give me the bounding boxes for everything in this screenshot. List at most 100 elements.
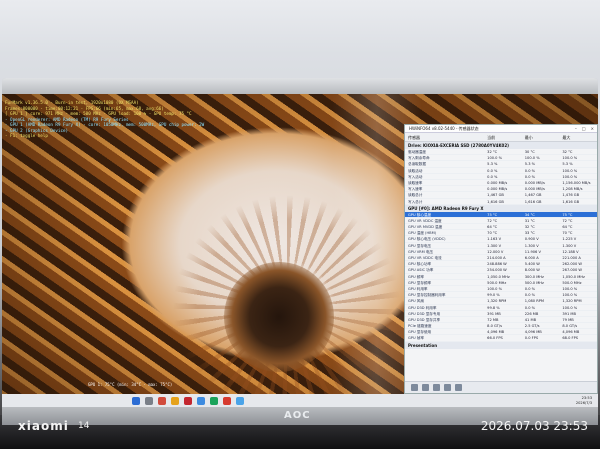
sensor-value: 32 °C xyxy=(524,225,535,230)
sensor-value: 1,467 GB xyxy=(487,193,504,198)
sensor-value: 1.163 V xyxy=(487,237,502,242)
sensor-value: 100.0 % xyxy=(524,156,540,161)
sensor-value: 100.0 % xyxy=(562,168,578,173)
nav-forward-icon[interactable] xyxy=(422,384,429,391)
benchmark-osd: FurMark v1.36.5.0 - Burn-in test, 1920x1… xyxy=(5,100,215,139)
sensor-label: PCIe 链路速度 xyxy=(408,324,432,329)
monitor-screen: FurMark v1.36.5.0 - Burn-in test, 1920x1… xyxy=(2,94,598,407)
column-header[interactable]: 当前 xyxy=(484,133,522,141)
sensor-label: GPU 利用率 xyxy=(408,286,428,291)
sensor-value: 5.3 % xyxy=(524,162,536,167)
sensor-value: 0.000 MB/s xyxy=(487,187,508,192)
sensor-value: 0.000 MB/s xyxy=(524,187,545,192)
sensor-value: 12.000 V xyxy=(487,249,504,254)
search-icon[interactable] xyxy=(145,396,153,405)
app-icon[interactable] xyxy=(210,396,218,405)
sensor-label: 写入速率 xyxy=(408,187,423,192)
sensor-label: GPU ASIC 功率 xyxy=(408,268,434,273)
sensor-value: 1,208 MB/s xyxy=(562,187,583,192)
sensor-label: GPU 显存使用 xyxy=(408,330,432,335)
sensor-value: 41 MB xyxy=(524,317,537,322)
minimize-icon[interactable]: – xyxy=(575,125,577,132)
app-icon[interactable] xyxy=(184,396,192,405)
sensor-label: GPU VRM 电压 xyxy=(408,249,434,254)
sensor-label: GPU 帧率 xyxy=(408,336,424,341)
sensor-value: 0.000 MB/s xyxy=(487,180,508,185)
sensor-value: 0.0 % xyxy=(487,168,498,173)
app-icon[interactable] xyxy=(158,396,166,405)
sensor-value: 1,050.0 MHz xyxy=(487,274,510,279)
sensor-value: 100.0 % xyxy=(487,156,503,161)
column-header[interactable]: 传感器 xyxy=(405,133,484,141)
sensor-table-body[interactable]: Drive: KIOXIA-EXCERIA SSD (2780A0YV4K02)… xyxy=(405,142,597,382)
sensor-label: GPU 显存频率 xyxy=(408,280,432,285)
sensor-value: 1.300 V xyxy=(562,243,577,248)
start-icon[interactable] xyxy=(132,396,140,405)
camera-watermark-timestamp: 2026.07.03 23:53 xyxy=(480,419,588,433)
sensor-group-header[interactable]: GPU [#0]: AMD Radeon R9 Fury X xyxy=(405,204,597,212)
sensor-value: 1,616 GB xyxy=(524,199,542,204)
sensor-value: 8.000 W xyxy=(524,268,540,273)
browser-icon[interactable] xyxy=(197,396,205,405)
monitor-top-bezel xyxy=(2,78,598,94)
sensor-label: GPU D3D 显存专用 xyxy=(408,311,441,316)
sensor-value: 0.900 V xyxy=(524,237,539,242)
sensor-window-title: HWiNFO64 v8.02-5440 - 传感器状态 xyxy=(409,126,479,131)
sensor-value: 500.0 MHz xyxy=(487,280,507,285)
maximize-icon[interactable]: □ xyxy=(582,125,586,132)
sensor-value: 72 °C xyxy=(487,218,498,223)
sensor-label: GPU 频率 xyxy=(408,274,424,279)
sensor-label: 写入活动 xyxy=(408,174,423,179)
sensor-value: 4,096 MB xyxy=(487,330,505,335)
sensor-label: GPU VR VDDC 温度 xyxy=(408,218,442,223)
sensor-label: 读取总计 xyxy=(408,193,423,198)
sensor-label: GPU D3D 利用率 xyxy=(408,305,437,310)
sensor-value: 1,320 RPM xyxy=(487,299,507,304)
sensor-value: 1,320 RPM xyxy=(562,299,582,304)
reset-icon[interactable] xyxy=(433,384,440,391)
sensor-value: 0.000 MB/s xyxy=(524,180,545,185)
camera-watermark-brand: xiaomi xyxy=(18,419,69,433)
app-icon[interactable] xyxy=(236,396,244,405)
close-sensors-icon[interactable] xyxy=(455,384,462,391)
sensor-label: 写入剩余寿命 xyxy=(408,156,430,161)
taskbar-clock[interactable]: 23:53 2026/7/3 xyxy=(576,396,592,405)
sensor-value: 33 °C xyxy=(524,231,535,236)
sensor-window-titlebar[interactable]: HWiNFO64 v8.02-5440 - 传感器状态 – □ × xyxy=(405,125,597,133)
sensor-value: 6.000 A xyxy=(524,256,539,260)
sensor-group-header[interactable]: Drive: KIOXIA-EXCERIA SSD (2780A0YV4K02) xyxy=(405,142,597,149)
app-icon[interactable] xyxy=(223,396,231,405)
sensor-value: 34 °C xyxy=(524,212,535,217)
sensor-label: GPU 显存控制器利用率 xyxy=(408,293,446,298)
nav-back-icon[interactable] xyxy=(411,384,418,391)
column-header[interactable]: 最小 xyxy=(522,133,560,141)
sensor-value: 248.886 W xyxy=(487,262,507,267)
sensor-value: 1,080 RPM xyxy=(524,299,544,304)
sensor-value: 70 °C xyxy=(487,231,498,236)
close-icon[interactable]: × xyxy=(591,125,594,132)
sensor-value: 99.0 % xyxy=(487,293,500,298)
sensor-value: 0.0 % xyxy=(524,174,536,179)
sensor-value: 267.000 W xyxy=(562,268,582,273)
sensor-value: 4,096 MB xyxy=(562,330,580,335)
sensor-value: 0.0 % xyxy=(524,293,536,298)
sensor-value: 11.906 V xyxy=(524,249,541,254)
sensor-value: 66.0 FPS xyxy=(487,336,503,341)
sensor-label: GPU 核心功率 xyxy=(408,262,432,267)
sensor-value: 5.3 % xyxy=(487,162,498,167)
sensor-value: 75 °C xyxy=(562,212,573,217)
sensor-table-header: 传感器 当前 最小 最大 xyxy=(405,133,597,142)
folder-icon[interactable] xyxy=(171,396,179,405)
sensor-value: 70 °C xyxy=(562,231,573,236)
column-header[interactable]: 最大 xyxy=(559,133,597,141)
sensor-value: 12.188 V xyxy=(562,249,579,254)
sensor-value: 72 MB xyxy=(487,317,499,322)
sensor-value: 4,096 MB xyxy=(524,330,542,335)
gpu-temp-readout: GPU 1: 75°C (min: 34°C - max: 75°C) xyxy=(88,382,173,387)
sensor-value: 64 °C xyxy=(562,225,573,230)
settings-icon[interactable] xyxy=(444,384,451,391)
sensor-label: GPU 核心电压 (VDDC) xyxy=(408,237,446,242)
sensor-group-header[interactable]: Presentation xyxy=(405,341,597,349)
sensor-value: 32 °C xyxy=(487,150,498,154)
sensor-window[interactable]: HWiNFO64 v8.02-5440 - 传感器状态 – □ × 传感器 当前… xyxy=(404,124,598,394)
